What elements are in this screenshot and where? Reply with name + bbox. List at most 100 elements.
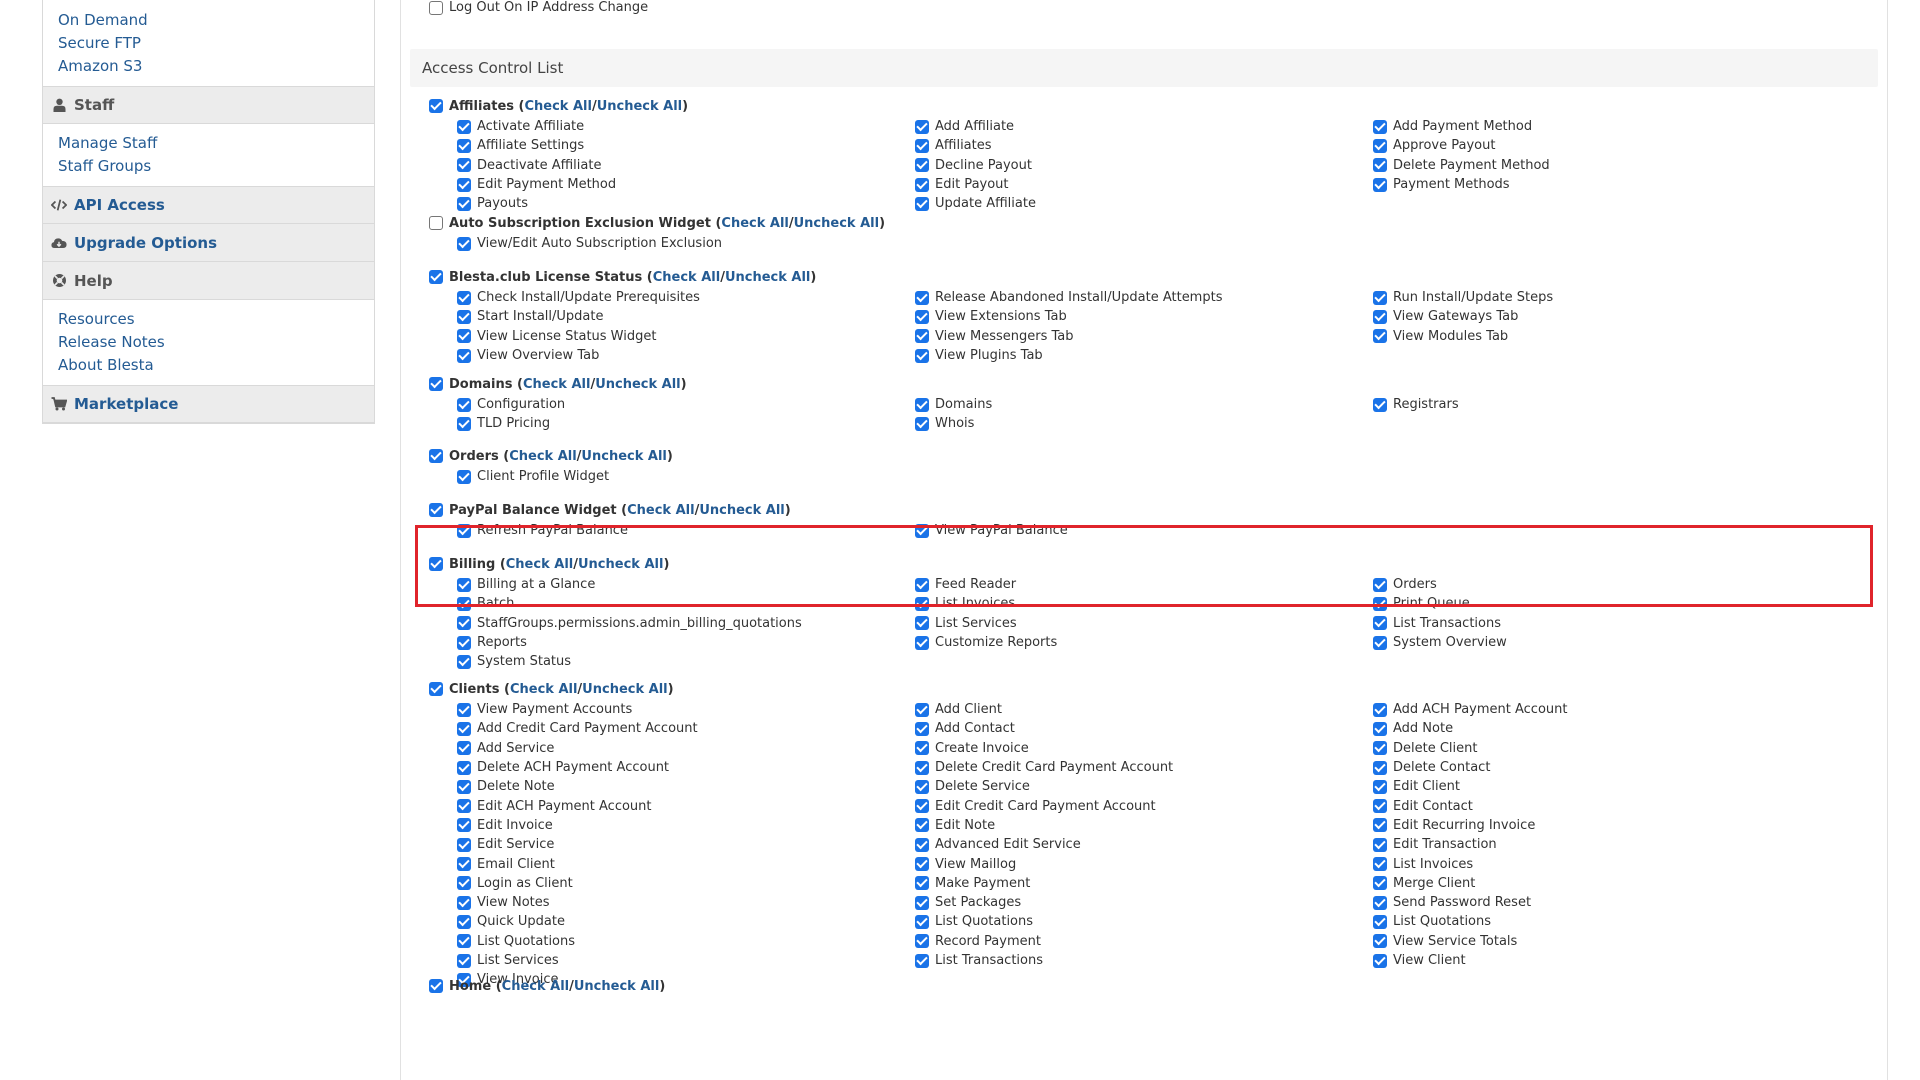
acl-permission-item[interactable]: Edit Invoice [457,816,915,835]
acl-permission-item[interactable]: Send Password Reset [1373,893,1831,912]
acl-permission-checkbox[interactable] [457,158,471,173]
sidebar-section-marketplace[interactable]: Marketplace [43,385,374,423]
acl-permission-checkbox[interactable] [1373,138,1387,153]
acl-permission-item[interactable]: Add Client [915,700,1373,719]
sidebar-link[interactable]: Manage Staff [58,132,374,155]
acl-permission-item[interactable]: Delete Payment Method [1373,156,1831,175]
acl-permission-checkbox[interactable] [457,741,471,756]
acl-permission-checkbox[interactable] [1373,635,1387,650]
logout-ip-change-checkbox[interactable] [429,0,443,15]
uncheck-all-link[interactable]: Uncheck All [794,216,879,231]
acl-permission-checkbox[interactable] [457,397,471,412]
acl-group-checkbox[interactable] [429,216,443,230]
acl-permission-checkbox[interactable] [1373,290,1387,305]
acl-permission-checkbox[interactable] [457,119,471,134]
check-all-link[interactable]: Check All [721,216,788,231]
uncheck-all-link[interactable]: Uncheck All [597,99,682,114]
acl-permission-item[interactable]: Payment Methods [1373,175,1831,194]
acl-group-checkbox[interactable] [429,682,443,696]
acl-permission-item[interactable]: Login as Client [457,874,915,893]
acl-permission-checkbox[interactable] [457,309,471,324]
acl-permission-checkbox[interactable] [1373,616,1387,631]
acl-permission-checkbox[interactable] [915,177,929,192]
acl-permission-item[interactable]: List Quotations [457,932,915,951]
acl-permission-item[interactable]: View Client [1373,951,1831,970]
acl-permission-item[interactable]: Release Abandoned Install/Update Attempt… [915,288,1373,307]
acl-permission-item[interactable]: Edit Client [1373,777,1831,796]
sidebar-link[interactable]: Resources [58,308,374,331]
acl-permission-checkbox[interactable] [915,196,929,211]
acl-permission-checkbox[interactable] [915,914,929,929]
acl-permission-item[interactable]: View Plugins Tab [915,346,1373,365]
acl-permission-item[interactable]: Payouts [457,194,915,213]
acl-permission-checkbox[interactable] [1373,119,1387,134]
acl-group-checkbox[interactable] [429,99,443,113]
acl-permission-item[interactable]: Decline Payout [915,156,1373,175]
acl-permission-item[interactable]: View/Edit Auto Subscription Exclusion [457,234,915,253]
acl-permission-item[interactable]: Client Profile Widget [457,467,915,486]
acl-permission-checkbox[interactable] [457,857,471,872]
acl-permission-item[interactable]: TLD Pricing [457,414,915,433]
acl-permission-item[interactable]: View Payment Accounts [457,700,915,719]
uncheck-all-link[interactable]: Uncheck All [581,449,666,464]
acl-permission-item[interactable]: View Modules Tab [1373,327,1831,346]
acl-permission-item[interactable]: Check Install/Update Prerequisites [457,288,915,307]
acl-permission-item[interactable]: Add ACH Payment Account [1373,700,1831,719]
acl-permission-item[interactable]: List Quotations [1373,912,1831,931]
acl-permission-checkbox[interactable] [915,290,929,305]
acl-permission-item[interactable]: Delete Client [1373,739,1831,758]
acl-permission-item[interactable]: Configuration [457,395,915,414]
acl-permission-checkbox[interactable] [1373,799,1387,814]
acl-permission-checkbox[interactable] [457,290,471,305]
acl-permission-item[interactable]: List Services [915,614,1373,633]
acl-permission-checkbox[interactable] [915,616,929,631]
acl-permission-checkbox[interactable] [915,348,929,363]
acl-permission-checkbox[interactable] [457,654,471,669]
acl-permission-checkbox[interactable] [1373,177,1387,192]
acl-permission-item[interactable]: Affiliate Settings [457,136,915,155]
acl-permission-item[interactable]: Reports [457,633,915,652]
check-all-link[interactable]: Check All [627,503,694,518]
acl-permission-checkbox[interactable] [1373,779,1387,794]
acl-permission-checkbox[interactable] [915,309,929,324]
acl-permission-checkbox[interactable] [1373,837,1387,852]
acl-permission-checkbox[interactable] [457,934,471,949]
acl-permission-item[interactable]: Delete Credit Card Payment Account [915,758,1373,777]
acl-permission-item[interactable]: Update Affiliate [915,194,1373,213]
acl-permission-item[interactable]: Edit Payout [915,175,1373,194]
acl-group-checkbox[interactable] [429,377,443,391]
acl-permission-item[interactable]: Add Service [457,739,915,758]
acl-permission-item[interactable]: Record Payment [915,932,1373,951]
acl-permission-checkbox[interactable] [1373,818,1387,833]
uncheck-all-link[interactable]: Uncheck All [595,377,680,392]
acl-permission-item[interactable]: Edit ACH Payment Account [457,796,915,815]
acl-permission-checkbox[interactable] [915,416,929,431]
acl-permission-item[interactable]: Merge Client [1373,874,1831,893]
acl-permission-item[interactable]: View Extensions Tab [915,307,1373,326]
logout-ip-change-option[interactable]: Log Out On IP Address Change [429,0,648,15]
acl-permission-checkbox[interactable] [1373,953,1387,968]
acl-permission-item[interactable]: View Messengers Tab [915,327,1373,346]
acl-permission-checkbox[interactable] [457,837,471,852]
acl-permission-item[interactable]: Make Payment [915,874,1373,893]
acl-permission-item[interactable]: List Invoices [1373,854,1831,873]
acl-permission-checkbox[interactable] [915,397,929,412]
check-all-link[interactable]: Check All [510,682,577,697]
sidebar-link[interactable]: About Blesta [58,354,374,377]
acl-permission-checkbox[interactable] [915,779,929,794]
acl-permission-item[interactable]: Edit Service [457,835,915,854]
acl-permission-checkbox[interactable] [457,348,471,363]
acl-permission-item[interactable]: Edit Note [915,816,1373,835]
acl-permission-item[interactable]: Delete Note [457,777,915,796]
acl-permission-checkbox[interactable] [457,760,471,775]
sidebar-section-upgrade-options[interactable]: Upgrade Options [43,224,374,262]
acl-permission-item[interactable]: List Services [457,951,915,970]
acl-permission-checkbox[interactable] [457,914,471,929]
acl-permission-checkbox[interactable] [457,236,471,251]
acl-permission-checkbox[interactable] [457,177,471,192]
acl-permission-checkbox[interactable] [915,876,929,891]
sidebar-link[interactable]: Release Notes [58,331,374,354]
sidebar-link[interactable]: On Demand [58,9,374,32]
acl-permission-item[interactable]: Deactivate Affiliate [457,156,915,175]
acl-permission-checkbox[interactable] [1373,876,1387,891]
